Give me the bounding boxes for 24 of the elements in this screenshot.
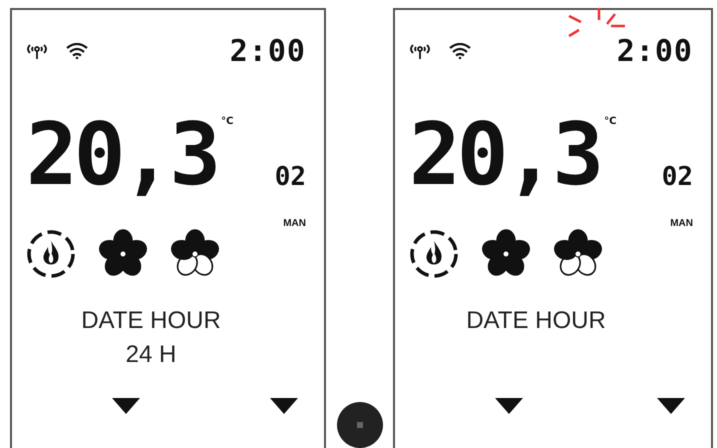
unit-label: °C bbox=[604, 116, 616, 127]
unit-label: °C bbox=[221, 116, 234, 127]
zone-number: 02 bbox=[274, 162, 306, 192]
zone-number: 02 bbox=[662, 162, 693, 192]
flame-icon bbox=[26, 229, 76, 279]
temperature-reading: 20,3 bbox=[26, 112, 218, 198]
down-triangle-icon[interactable] bbox=[657, 398, 685, 414]
caption-text: DATE HOUR bbox=[81, 307, 221, 335]
caption-text: 24 H bbox=[126, 341, 176, 369]
down-triangle-icon[interactable] bbox=[495, 398, 523, 414]
mode-label: MAN bbox=[283, 218, 306, 229]
down-triangle-icon[interactable] bbox=[270, 398, 298, 414]
wifi-icon bbox=[449, 43, 471, 59]
antenna-signal-icon bbox=[26, 43, 48, 59]
wifi-icon bbox=[66, 43, 88, 59]
round-button[interactable] bbox=[336, 402, 382, 448]
flame-icon bbox=[409, 229, 459, 279]
antenna-signal-icon bbox=[409, 43, 431, 59]
clock-time: 2:00 bbox=[616, 34, 693, 68]
mode-label: MAN bbox=[670, 218, 693, 229]
temperature-reading: 20,3 bbox=[409, 112, 600, 198]
down-triangle-icon[interactable] bbox=[112, 398, 140, 414]
clock-time: 2:00 bbox=[230, 34, 306, 68]
caption-text: DATE HOUR bbox=[466, 307, 606, 335]
